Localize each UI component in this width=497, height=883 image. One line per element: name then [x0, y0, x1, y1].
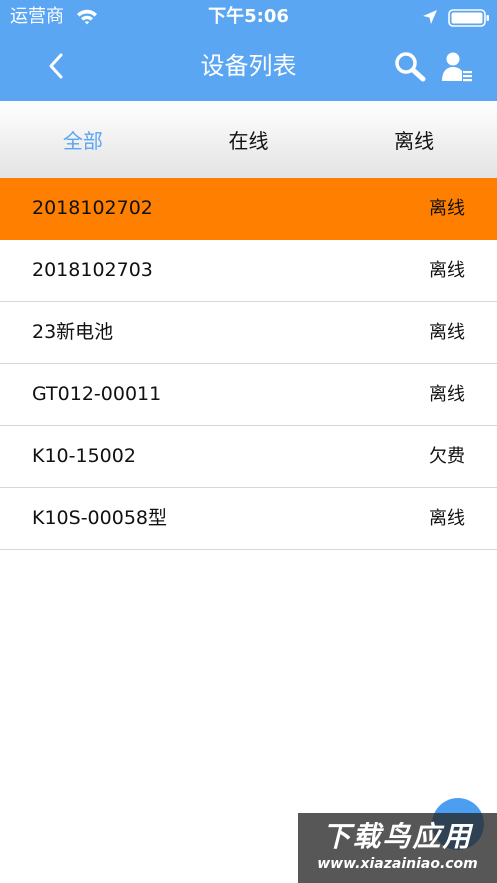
device-row[interactable]: K10-15002 欠费 [0, 426, 497, 488]
device-name: K10-15002 [32, 445, 136, 467]
device-status: 欠费 [429, 446, 465, 467]
user-list-button[interactable] [438, 49, 474, 85]
device-row[interactable]: 23新电池 离线 [0, 302, 497, 364]
device-list-screen: 运营商 下午5:06 设备列表 全部 在线 离线 2018102702 离线 2… [0, 0, 497, 883]
watermark-title: 下载鸟应用 [322, 820, 473, 853]
device-row[interactable]: 2018102703 离线 [0, 240, 497, 302]
nav-bar: 设备列表 [0, 34, 497, 101]
tab-all[interactable]: 全部 [0, 101, 166, 178]
battery-icon [448, 9, 489, 27]
device-name: 23新电池 [32, 321, 114, 343]
user-list-icon [442, 52, 472, 82]
device-status: 离线 [429, 384, 465, 405]
filter-tabs: 全部 在线 离线 [0, 101, 497, 178]
tab-online[interactable]: 在线 [166, 101, 332, 178]
device-row[interactable]: K10S-00058型 离线 [0, 488, 497, 550]
tab-offline[interactable]: 离线 [331, 101, 497, 178]
device-row[interactable]: GT012-00011 离线 [0, 364, 497, 426]
search-button[interactable] [392, 49, 428, 85]
device-status: 离线 [429, 198, 465, 219]
search-icon [395, 52, 426, 82]
header: 运营商 下午5:06 设备列表 [0, 0, 497, 101]
device-name: 2018102703 [32, 259, 153, 281]
device-name: 2018102702 [32, 197, 153, 219]
status-bar: 运营商 下午5:06 [0, 0, 497, 34]
watermark-url: www.xiazainiao.com [317, 856, 478, 872]
device-list: 2018102702 离线 2018102703 离线 23新电池 离线 GT0… [0, 178, 497, 550]
device-name: K10S-00058型 [32, 507, 167, 529]
location-arrow-icon [423, 10, 437, 24]
device-row[interactable]: 2018102702 离线 [0, 178, 497, 240]
device-status: 离线 [429, 508, 465, 529]
device-status: 离线 [429, 260, 465, 281]
device-name: GT012-00011 [32, 383, 162, 405]
watermark: 下载鸟应用 www.xiazainiao.com [298, 813, 497, 883]
device-status: 离线 [429, 322, 465, 343]
